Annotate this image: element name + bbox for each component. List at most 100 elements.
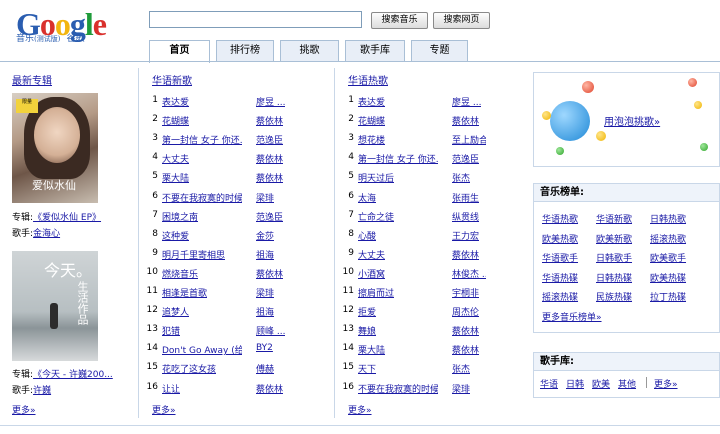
song-title-link[interactable]: 小酒窝 [358,267,385,280]
song-artist-link[interactable]: 蔡依林 [452,248,479,261]
song-title-link[interactable]: 困境之南 [162,210,198,223]
song-title-link[interactable]: 天下 [358,362,376,375]
song-title-link[interactable]: 表达爱 [162,95,189,108]
song-artist-link[interactable]: 范逸臣 [452,152,479,165]
chart-link[interactable]: 拉丁热碟 [650,290,686,303]
song-artist-link[interactable]: 林俊杰 ... [452,267,486,280]
singer-category-link[interactable]: 日韩 [566,377,584,390]
hot-songs-more-link[interactable]: 更多» [348,403,372,416]
song-artist-link[interactable]: BY2 [256,343,273,353]
tab-home[interactable]: 首页 [149,40,210,63]
chart-link[interactable]: 民族热碟 [596,290,632,303]
singer-1-link[interactable]: 金海心 [33,229,60,239]
song-title-link[interactable]: 明月千里寄相思 [162,248,225,261]
song-title-link[interactable]: 这种爱 [162,229,189,242]
song-artist-link[interactable]: 张杰 [452,362,470,375]
singer-2-link[interactable]: 许巍 [33,386,51,396]
song-artist-link[interactable]: 蔡依林 [452,114,479,127]
chart-link[interactable]: 日韩歌手 [596,251,632,264]
song-title-link[interactable]: 花蝴蝶 [358,114,385,127]
tab-pick-songs[interactable]: 挑歌 [280,40,339,62]
chart-link[interactable]: 日韩热歌 [650,212,686,225]
song-title-link[interactable]: Don't Go Away (给... [162,343,242,356]
song-artist-link[interactable]: 宇桐非 [452,286,479,299]
song-title-link[interactable]: 追梦人 [162,305,189,318]
song-title-link[interactable]: 第一封信 女子 你还... [162,133,242,146]
song-title-link[interactable]: 舞娘 [358,324,376,337]
chart-link[interactable]: 欧美歌手 [650,251,686,264]
song-title-link[interactable]: 花吃了这女孩 [162,362,216,375]
search-web-button[interactable]: 搜索网页 [433,12,490,29]
song-title-link[interactable]: 花蝴蝶 [162,114,189,127]
song-title-link[interactable]: 太海 [358,191,376,204]
album-1-link[interactable]: 《爱似水仙 EP》 [33,213,101,223]
song-artist-link[interactable]: 范逸臣 [256,133,283,146]
google-music-logo[interactable]: Google [16,8,126,52]
song-artist-link[interactable]: 梁琲 [256,286,274,299]
song-title-link[interactable]: 栗大陆 [162,171,189,184]
chart-link[interactable]: 摇滚热歌 [650,232,686,245]
song-title-link[interactable]: 相逢是首歌 [162,286,207,299]
song-artist-link[interactable]: 蔡依林 [256,171,283,184]
song-artist-link[interactable]: 周杰伦 [452,305,479,318]
singers-more-link[interactable]: 更多» [654,377,678,390]
song-title-link[interactable]: 擦肩而过 [358,286,394,299]
song-artist-link[interactable]: 张杰 [452,171,470,184]
chart-link[interactable]: 欧美热歌 [542,232,578,245]
song-artist-link[interactable]: 蔡依林 [256,267,283,280]
song-title-link[interactable]: 心酸 [358,229,376,242]
song-title-link[interactable]: 不要在我寂寞的时候... [162,191,242,204]
song-artist-link[interactable]: 至上励合 [452,133,486,146]
song-title-link[interactable]: 不要在我寂寞的时候... [358,382,438,395]
song-artist-link[interactable]: 蔡依林 [256,114,283,127]
search-music-button[interactable]: 搜索音乐 [371,12,428,29]
song-title-link[interactable]: 大丈夫 [358,248,385,261]
song-title-link[interactable]: 栗大陆 [358,343,385,356]
album-cover-2[interactable]: 今天。 生活作品 [12,251,98,361]
song-artist-link[interactable]: 祖海 [256,305,274,318]
song-artist-link[interactable]: 纵贯线 [452,210,479,223]
tab-singers[interactable]: 歌手库 [345,40,405,62]
singer-category-link[interactable]: 华语 [540,377,558,390]
chart-link[interactable]: 华语歌手 [542,251,578,264]
chart-link[interactable]: 华语新歌 [596,212,632,225]
song-artist-link[interactable]: 金莎 [256,229,274,242]
song-artist-link[interactable]: 祖海 [256,248,274,261]
song-artist-link[interactable]: 傅赫 [256,362,274,375]
chart-link[interactable]: 华语热歌 [542,212,578,225]
song-title-link[interactable]: 拒爱 [358,305,376,318]
new-songs-more-link[interactable]: 更多» [152,403,176,416]
song-artist-link[interactable]: 范逸臣 [256,210,283,223]
chart-link[interactable]: 华语热碟 [542,271,578,284]
search-input[interactable] [149,11,362,28]
song-artist-link[interactable]: 王力宏 [452,229,479,242]
albums-more-link[interactable]: 更多» [12,403,36,416]
singer-category-link[interactable]: 欧美 [592,377,610,390]
song-artist-link[interactable]: 蔡依林 [452,324,479,337]
new-albums-title[interactable]: 最新专辑 [12,72,52,87]
song-artist-link[interactable]: 蔡依林 [256,382,283,395]
tab-topics[interactable]: 专题 [411,40,468,62]
song-artist-link[interactable]: 张雨生 [452,191,479,204]
singer-category-link[interactable]: 其他 [618,377,636,390]
song-artist-link[interactable]: 梁琲 [256,191,274,204]
song-title-link[interactable]: 燃烧音乐 [162,267,198,280]
song-title-link[interactable]: 犯错 [162,324,180,337]
song-title-link[interactable]: 第一封信 女子 你还... [358,152,438,165]
chart-link[interactable]: 摇滚热碟 [542,290,578,303]
song-artist-link[interactable]: 廖昱 ... [452,95,481,108]
bubble-picker-box[interactable]: 用泡泡挑歌» [533,72,720,167]
album-2-link[interactable]: 《今天 - 许巍200... [33,370,113,380]
song-title-link[interactable]: 亡命之徒 [358,210,394,223]
tab-charts[interactable]: 排行榜 [216,40,274,62]
song-title-link[interactable]: 表达爱 [358,95,385,108]
album-cover-1[interactable]: 限量 爱似水仙 [12,93,98,203]
song-artist-link[interactable]: 顾峰 ... [256,324,285,337]
song-title-link[interactable]: 想花楼 [358,133,385,146]
song-title-link[interactable]: 明天过后 [358,171,394,184]
charts-more-link[interactable]: 更多音乐榜单» [542,310,602,323]
bubble-pick-link[interactable]: 用泡泡挑歌» [604,113,660,128]
new-songs-title[interactable]: 华语新歌 [152,72,192,87]
song-artist-link[interactable]: 蔡依林 [256,152,283,165]
chart-link[interactable]: 日韩热碟 [596,271,632,284]
